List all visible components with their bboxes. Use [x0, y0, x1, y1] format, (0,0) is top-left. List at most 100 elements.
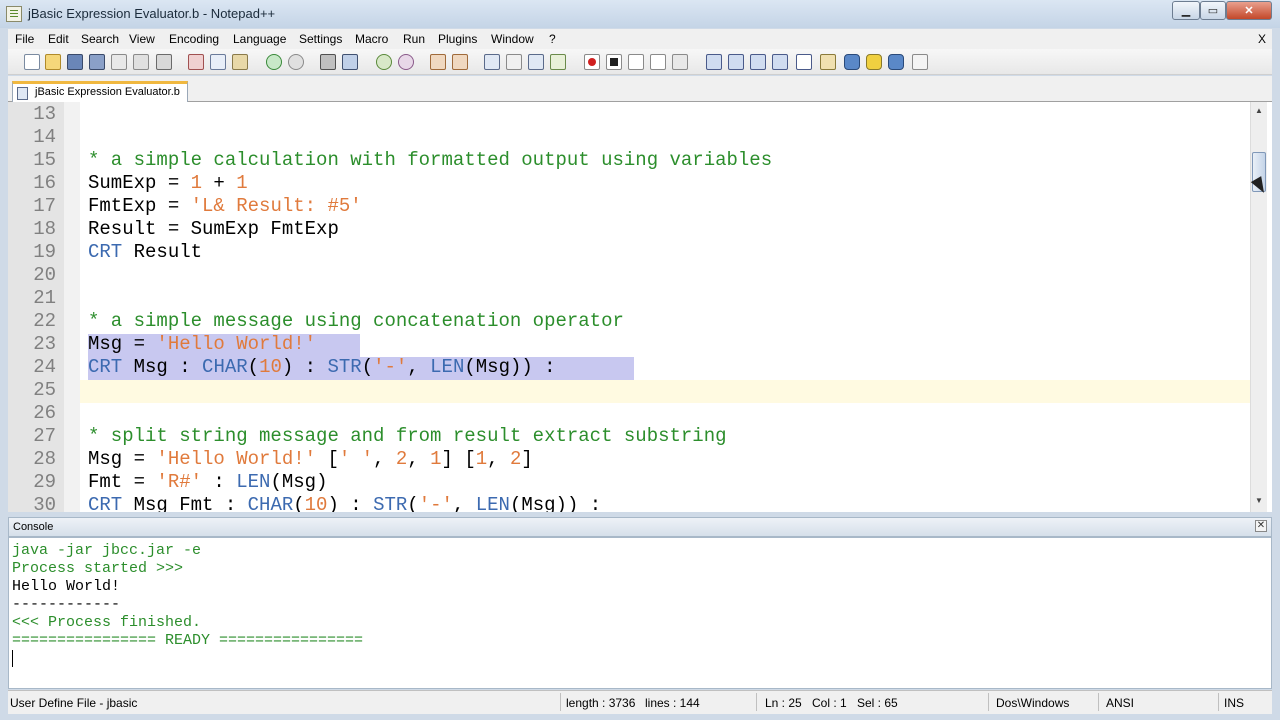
- code-token: ]: [521, 448, 533, 470]
- code-line[interactable]: Msg = 'Hello World!': [88, 333, 316, 356]
- menu-file[interactable]: File: [15, 32, 34, 46]
- find-icon[interactable]: [320, 54, 336, 70]
- run-macro-multiple-icon[interactable]: [650, 54, 666, 70]
- code-token: ) :: [327, 494, 374, 512]
- show-all-chars-icon[interactable]: [506, 54, 522, 70]
- close-file-icon[interactable]: [111, 54, 127, 70]
- tab-jbasic-expression-evaluator[interactable]: jBasic Expression Evaluator.b: [12, 81, 188, 102]
- status-column: Col : 1: [812, 696, 847, 710]
- folder-workspace-icon[interactable]: [550, 54, 566, 70]
- redo-icon[interactable]: [288, 54, 304, 70]
- console-line: ------------: [12, 596, 121, 613]
- code-line[interactable]: Fmt = 'R#' : LEN(Msg): [88, 471, 327, 494]
- code-token: 'R#': [156, 471, 203, 493]
- copy-icon[interactable]: [210, 54, 226, 70]
- menu-plugins[interactable]: Plugins: [438, 32, 477, 46]
- close-window-button[interactable]: ✕: [1226, 1, 1272, 20]
- code-token: (Msg)) :: [509, 494, 602, 512]
- zoom-in-icon[interactable]: [376, 54, 392, 70]
- code-editor[interactable]: 13 14 15 16 17 18 19 20 21 22 23 24 25 26 27 28 29 30 * a…: [8, 102, 1272, 512]
- menu-language[interactable]: Language: [233, 32, 286, 46]
- code-token: Result = SumExp FmtExp: [88, 218, 339, 240]
- tab-bar: jBasic Expression Evaluator.b: [8, 76, 1272, 102]
- scroll-down-arrow-icon[interactable]: ▼: [1252, 494, 1266, 508]
- stop-macro-icon[interactable]: [606, 54, 622, 70]
- code-line[interactable]: CRT Msg Fmt : CHAR(10) : STR('-', LEN(Ms…: [88, 494, 601, 512]
- console-panel-header: Console ✕: [8, 517, 1272, 537]
- save-macro-icon[interactable]: [672, 54, 688, 70]
- menu-edit[interactable]: Edit: [48, 32, 69, 46]
- expand-icon[interactable]: [772, 54, 788, 70]
- code-token: ,: [373, 448, 396, 470]
- code-line[interactable]: SumExp = 1 + 1: [88, 172, 248, 195]
- up-arrow-icon[interactable]: [728, 54, 744, 70]
- tab-label: jBasic Expression Evaluator.b: [35, 86, 180, 98]
- replace-icon[interactable]: [342, 54, 358, 70]
- close-all-icon[interactable]: [133, 54, 149, 70]
- menu-macro[interactable]: Macro: [355, 32, 388, 46]
- menu-help[interactable]: ?: [549, 32, 556, 46]
- code-token: (: [407, 494, 419, 512]
- sync-horizontal-icon[interactable]: [452, 54, 468, 70]
- code-token: Result: [122, 241, 203, 263]
- console-close-button[interactable]: ✕: [1255, 520, 1267, 532]
- maximize-button[interactable]: ▭: [1200, 1, 1226, 20]
- menu-encoding[interactable]: Encoding: [169, 32, 219, 46]
- play-macro-icon[interactable]: [628, 54, 644, 70]
- status-file-type: User Define File - jbasic: [10, 696, 138, 710]
- console-toggle-icon[interactable]: [796, 54, 812, 70]
- menu-search[interactable]: Search: [81, 32, 119, 46]
- zoom-out-icon[interactable]: [398, 54, 414, 70]
- code-line[interactable]: CRT Result: [88, 241, 202, 264]
- sync-vertical-icon[interactable]: [430, 54, 446, 70]
- spell-check-icon[interactable]: [912, 54, 928, 70]
- minimize-button[interactable]: ▁: [1172, 1, 1200, 20]
- title-bar[interactable]: jBasic Expression Evaluator.b - Notepad+…: [0, 0, 1280, 28]
- scroll-up-arrow-icon[interactable]: ▲: [1252, 104, 1266, 118]
- menu-view[interactable]: View: [129, 32, 155, 46]
- close-document-button[interactable]: X: [1258, 32, 1266, 46]
- undo-icon[interactable]: [266, 54, 282, 70]
- console-output[interactable]: java -jar jbcc.jar -e Process started >>>…: [8, 537, 1272, 689]
- console-line: ================ READY ================: [12, 632, 364, 649]
- fold-margin[interactable]: [64, 102, 80, 512]
- code-token: 1: [475, 448, 488, 470]
- line-number: 14: [33, 126, 56, 148]
- paste-icon[interactable]: [232, 54, 248, 70]
- code-token: 1: [190, 172, 203, 194]
- collapse-icon[interactable]: [706, 54, 722, 70]
- code-line[interactable]: CRT Msg : CHAR(10) : STR('-', LEN(Msg)) …: [88, 356, 556, 379]
- menu-window[interactable]: Window: [491, 32, 534, 46]
- line-number: 18: [33, 218, 56, 240]
- python-run-icon[interactable]: [866, 54, 882, 70]
- new-file-icon[interactable]: [24, 54, 40, 70]
- code-line[interactable]: Result = SumExp FmtExp: [88, 218, 339, 241]
- line-number: 22: [33, 310, 56, 332]
- code-token: CHAR: [247, 494, 294, 512]
- line-number: 23: [33, 333, 56, 355]
- save-all-icon[interactable]: [89, 54, 105, 70]
- code-line[interactable]: * a simple message using concatenation o…: [88, 310, 624, 333]
- record-macro-icon[interactable]: [584, 54, 600, 70]
- code-line[interactable]: Msg = 'Hello World!' [' ', 2, 1] [1, 2]: [88, 448, 533, 471]
- cut-icon[interactable]: [188, 54, 204, 70]
- vertical-scrollbar[interactable]: ▲ ▼: [1250, 102, 1267, 512]
- notepadpp-window: jBasic Expression Evaluator.b - Notepad+…: [0, 0, 1280, 720]
- menu-settings[interactable]: Settings: [299, 32, 342, 46]
- menu-run[interactable]: Run: [403, 32, 425, 46]
- code-line[interactable]: * split string message and from result e…: [88, 425, 727, 448]
- plugin-folder-icon[interactable]: [820, 54, 836, 70]
- status-separator: [1098, 693, 1099, 711]
- down-arrow-icon[interactable]: [750, 54, 766, 70]
- save-icon[interactable]: [67, 54, 83, 70]
- print-icon[interactable]: [156, 54, 172, 70]
- open-file-icon[interactable]: [45, 54, 61, 70]
- python-icon[interactable]: [844, 54, 860, 70]
- indent-guide-icon[interactable]: [528, 54, 544, 70]
- code-line[interactable]: * a simple calculation with formatted ou…: [88, 149, 772, 172]
- code-token: (: [361, 356, 374, 378]
- python-script-icon[interactable]: [888, 54, 904, 70]
- code-token: ,: [407, 448, 431, 470]
- word-wrap-icon[interactable]: [484, 54, 500, 70]
- code-line[interactable]: FmtExp = 'L& Result: #5': [88, 195, 362, 218]
